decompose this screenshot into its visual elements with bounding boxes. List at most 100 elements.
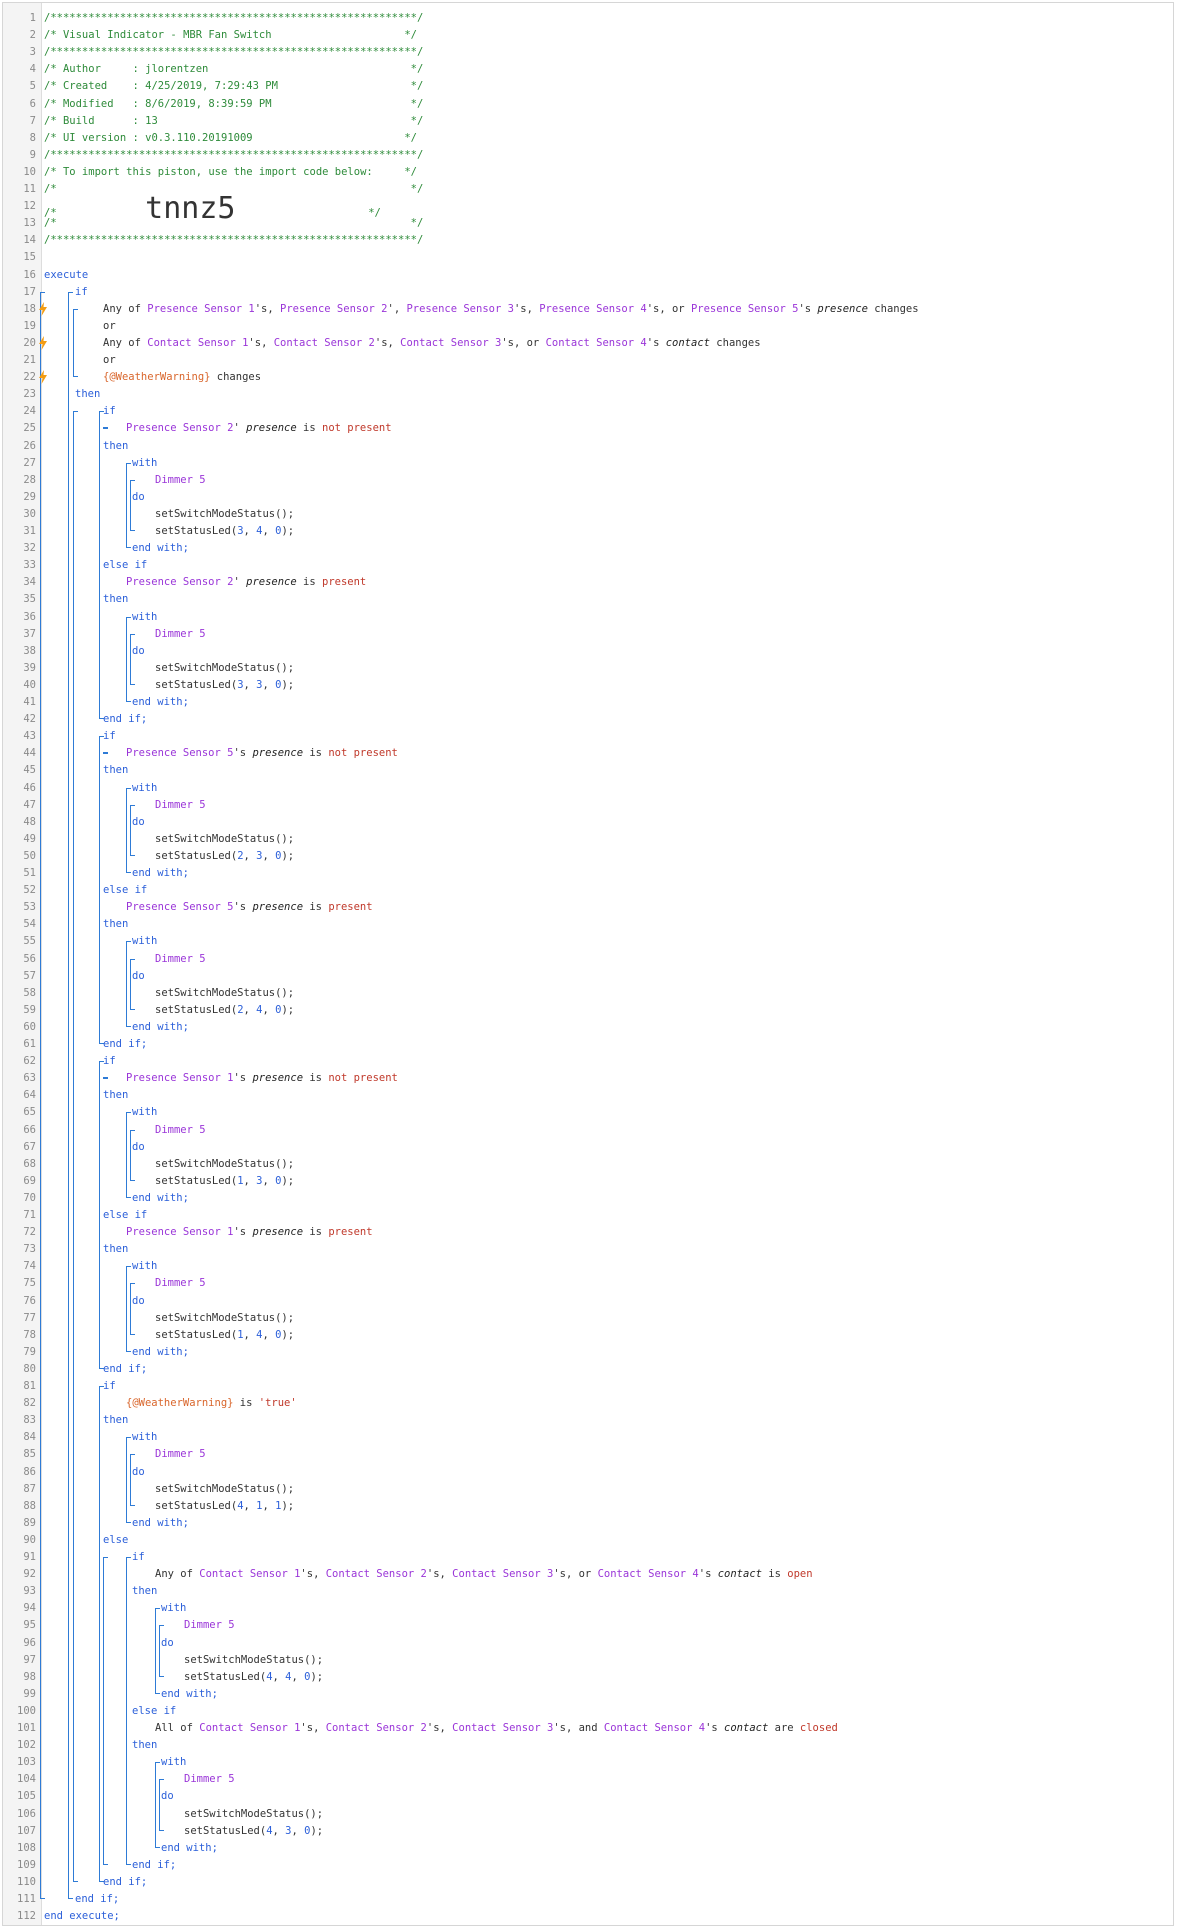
code-text: setSwitchModeStatus(); xyxy=(155,506,294,523)
code-line: 102 then xyxy=(3,1737,1173,1754)
code-line: 42 end if; xyxy=(3,711,1173,728)
keyword-token: execute xyxy=(44,268,89,281)
code-text: Dimmer 5 xyxy=(155,1122,206,1139)
code-text: Presence Sensor 5's presence is present xyxy=(126,899,373,916)
line-number: 102 xyxy=(17,1739,36,1752)
line-number: 112 xyxy=(17,1910,36,1923)
comment-token: /***************************************… xyxy=(44,12,424,24)
device-token: Dimmer 5 xyxy=(155,627,206,640)
keyword-token: if xyxy=(75,285,88,298)
code-line: 55 with xyxy=(3,933,1173,950)
code-text: setStatusLed(3, 3, 0); xyxy=(155,677,294,694)
device-token: Presence Sensor 2 xyxy=(280,302,388,315)
keyword-token: if xyxy=(103,1380,116,1392)
code-text: end if; xyxy=(75,1891,119,1908)
line-number: 21 xyxy=(23,354,36,366)
code-text: setSwitchModeStatus(); xyxy=(155,1310,294,1327)
code-text: end with; xyxy=(132,1190,189,1207)
keyword-token: end with; xyxy=(161,1841,218,1854)
code-line: 7 /* Build : 13 */ xyxy=(3,113,1173,130)
plain-token: ); xyxy=(281,849,295,862)
code-text: then xyxy=(103,1241,128,1258)
attribute-token: presence xyxy=(252,1072,304,1085)
line-number: 44 xyxy=(23,747,36,760)
code-text: end execute; xyxy=(44,1908,120,1925)
attribute-token: presence xyxy=(252,747,304,760)
device-token: Presence Sensor 2 xyxy=(126,576,234,589)
code-line: 35 then xyxy=(3,591,1173,608)
code-line: 47 Dimmer 5 xyxy=(3,797,1173,814)
code-text: Any of Contact Sensor 1's, Contact Senso… xyxy=(155,1566,813,1583)
attribute-token: presence xyxy=(246,422,297,435)
code-text: if xyxy=(103,1378,116,1395)
plain-token: , xyxy=(243,1003,257,1016)
line-number: 43 xyxy=(23,730,36,743)
code-line: 49 setSwitchModeStatus(); xyxy=(3,831,1173,848)
code-text: then xyxy=(103,762,128,779)
code-line: 89 end with; xyxy=(3,1515,1173,1532)
code-text: else if xyxy=(103,882,147,899)
line-number: 40 xyxy=(23,678,36,691)
plain-token: 's xyxy=(798,302,818,315)
line-number: 111 xyxy=(17,1893,36,1905)
code-text: do xyxy=(161,1788,174,1805)
code-text: {@WeatherWarning} changes xyxy=(103,369,261,386)
code-text: Presence Sensor 1's presence is not pres… xyxy=(126,1070,398,1087)
code-line: 91 if xyxy=(3,1549,1173,1566)
keyword-token: else if xyxy=(103,1209,148,1221)
device-token: Contact Sensor 1 xyxy=(199,1722,301,1734)
line-number: 60 xyxy=(23,1020,36,1033)
plain-token: ); xyxy=(281,1328,295,1341)
keyword-token: do xyxy=(132,1465,145,1478)
keyword-token: else if xyxy=(103,559,148,572)
plain-token: or xyxy=(103,319,116,332)
line-number: 108 xyxy=(17,1841,36,1854)
code-text: else if xyxy=(132,1703,176,1720)
code-line: 31 setStatusLed(3, 4, 0); xyxy=(3,523,1173,540)
code-line: 109 end if; xyxy=(3,1857,1173,1874)
line-number: 37 xyxy=(23,627,36,640)
code-line: 30 setSwitchModeStatus(); xyxy=(3,506,1173,523)
line-number: 101 xyxy=(17,1722,36,1734)
keyword-token: do xyxy=(161,1636,174,1649)
plain-token: is xyxy=(303,747,329,760)
line-number: 103 xyxy=(17,1756,36,1769)
line-number: 24 xyxy=(23,405,36,418)
attribute-token: presence xyxy=(252,901,304,914)
code-line: 108 end with; xyxy=(3,1840,1173,1857)
keyword-token: end if; xyxy=(103,713,148,726)
device-token: Dimmer 5 xyxy=(155,1277,206,1290)
code-text: then xyxy=(103,1412,128,1429)
code-line: 82 {@WeatherWarning} is 'true' xyxy=(3,1395,1173,1412)
line-number: 81 xyxy=(23,1380,36,1392)
code-text: setSwitchModeStatus(); xyxy=(155,1156,294,1173)
code-line: 1 /**************************************… xyxy=(3,10,1173,27)
code-text: Dimmer 5 xyxy=(155,1446,206,1463)
plain-token: 's, xyxy=(426,1568,453,1581)
plain-token: setSwitchModeStatus(); xyxy=(155,1157,295,1170)
keyword-token: then xyxy=(75,388,101,401)
code-text: /* Created : 4/25/2019, 7:29:43 PM */ xyxy=(44,78,423,95)
code-line: 110 end if; xyxy=(3,1874,1173,1891)
keyword-token: end if; xyxy=(103,1362,148,1375)
code-line: 28 Dimmer 5 xyxy=(3,472,1173,489)
code-text: with xyxy=(132,1258,157,1275)
code-line: 41 end with; xyxy=(3,694,1173,711)
code-line: 2 /* Visual Indicator - MBR Fan Switch */ xyxy=(3,27,1173,44)
code-line: 74 with xyxy=(3,1258,1173,1275)
code-line: 79 end with; xyxy=(3,1344,1173,1361)
code-line: 10 /* To import this piston, use the impo… xyxy=(3,164,1173,181)
code-line: 57 do xyxy=(3,968,1173,985)
keyword-token: then xyxy=(103,1414,129,1427)
plain-token: setStatusLed( xyxy=(184,1824,267,1837)
keyword-token: then xyxy=(103,764,129,777)
line-number: 36 xyxy=(23,610,36,623)
plain-token: changes xyxy=(709,336,761,349)
code-text: or xyxy=(103,352,116,369)
line-number: 49 xyxy=(23,832,36,845)
code-line: 23 then xyxy=(3,386,1173,403)
code-line: 85 Dimmer 5 xyxy=(3,1446,1173,1463)
code-line: 107 setStatusLed(4, 3, 0); xyxy=(3,1823,1173,1840)
line-number: 28 xyxy=(23,473,36,486)
code-line: 88 setStatusLed(4, 1, 1); xyxy=(3,1498,1173,1515)
